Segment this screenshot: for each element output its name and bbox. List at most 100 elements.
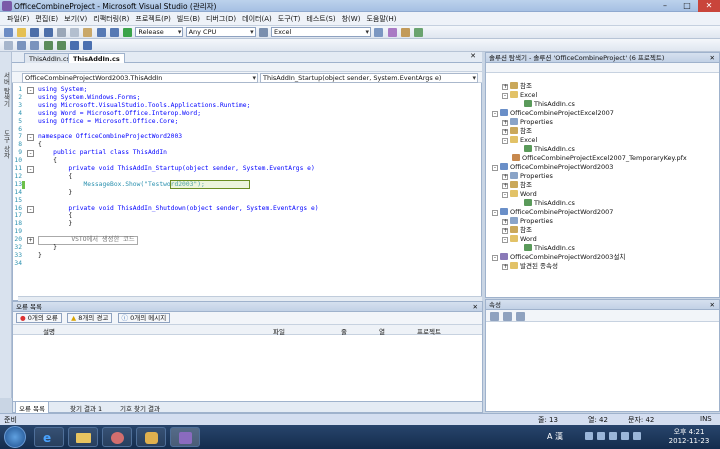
tree-item[interactable]: + 발견된 종속성 <box>502 262 558 271</box>
collapse-icon[interactable]: - <box>27 166 34 173</box>
menu-test[interactable]: 테스트(S) <box>303 12 338 26</box>
menu-file[interactable]: 파일(F) <box>4 12 32 26</box>
find-icon[interactable] <box>258 28 268 37</box>
column-file[interactable]: 파일 <box>273 326 285 336</box>
redo-icon[interactable] <box>109 28 119 37</box>
tray-icon[interactable] <box>609 432 617 440</box>
copy-icon[interactable] <box>70 28 80 37</box>
tree-item[interactable]: + 참조 <box>502 127 532 136</box>
ie-taskbar-icon[interactable]: e <box>34 427 64 447</box>
menu-build[interactable]: 빌드(B) <box>174 12 203 26</box>
tree-item[interactable]: ThisAddIn.cs <box>524 145 575 154</box>
close-button[interactable]: ✕ <box>698 0 720 12</box>
menu-help[interactable]: 도움말(H) <box>363 12 399 26</box>
tree-item[interactable]: + 참조 <box>502 181 532 190</box>
close-panel-icon[interactable]: ✕ <box>710 53 715 63</box>
tree-item[interactable]: - Word <box>502 190 537 199</box>
properties-icon[interactable] <box>387 28 397 37</box>
start-button[interactable] <box>4 426 26 448</box>
menu-debug[interactable]: 디버그(D) <box>203 12 239 26</box>
outdent-icon[interactable] <box>17 41 27 50</box>
menu-refactor[interactable]: 리팩터링(R) <box>90 12 132 26</box>
categorized-icon[interactable] <box>490 312 499 321</box>
explorer-taskbar-icon[interactable] <box>68 427 98 447</box>
collapse-icon[interactable]: - <box>27 205 34 213</box>
tree-item[interactable]: - Word <box>502 235 537 244</box>
platform-select[interactable]: Any CPU <box>185 27 256 37</box>
comment-icon[interactable] <box>43 41 53 50</box>
column-line[interactable]: 줄 <box>341 326 347 336</box>
toolbox-icon[interactable] <box>400 28 410 37</box>
maximize-button[interactable]: □ <box>676 0 698 12</box>
tree-item[interactable]: - OfficeCombineProjectWord2003설치 <box>492 253 625 262</box>
clock-time[interactable]: 오후 4:21 <box>664 427 714 437</box>
clock-date[interactable]: 2012-11-23 <box>664 437 714 445</box>
next-bookmark-icon[interactable] <box>83 41 93 50</box>
menu-edit[interactable]: 편집(E) <box>32 12 61 26</box>
solution-explorer-icon[interactable] <box>374 28 384 37</box>
column-description[interactable]: 설명 <box>43 326 55 336</box>
messages-filter-button[interactable]: ⓘ 0개의 메시지 <box>117 313 171 323</box>
tree-item[interactable]: - Excel <box>502 91 537 100</box>
new-project-icon[interactable] <box>4 28 13 37</box>
tree-item[interactable]: + Properties <box>502 118 553 127</box>
type-dropdown[interactable]: OfficeCombineProjectWord2003.ThisAddIn <box>22 73 258 83</box>
member-dropdown[interactable]: ThisAddIn_Startup(object sender, System.… <box>260 73 478 83</box>
menu-data[interactable]: 데이터(A) <box>239 12 275 26</box>
tab-thisaddin-active[interactable]: ThisAddIn.cs <box>68 53 125 63</box>
tree-item[interactable]: + 참조 <box>502 226 532 235</box>
tree-item[interactable]: + Properties <box>502 217 553 226</box>
menu-window[interactable]: 창(W) <box>339 12 364 26</box>
close-panel-icon[interactable]: ✕ <box>473 302 478 312</box>
configuration-select[interactable]: Release <box>135 27 184 37</box>
tree-item[interactable]: ThisAddIn.cs <box>524 199 575 208</box>
media-taskbar-icon[interactable] <box>102 427 132 447</box>
save-all-icon[interactable] <box>43 28 53 37</box>
tree-item-label: Excel <box>520 136 538 144</box>
paste-icon[interactable] <box>83 28 93 37</box>
open-icon[interactable] <box>17 28 27 37</box>
undo-icon[interactable] <box>96 28 106 37</box>
tree-item[interactable]: ThisAddIn.cs <box>524 100 575 109</box>
network-icon[interactable] <box>621 432 629 440</box>
tree-item[interactable]: - OfficeCombineProjectWord2003 <box>492 163 613 172</box>
tree-item[interactable]: - OfficeCombineProjectExcel2007 <box>492 109 614 118</box>
alphabetical-icon[interactable] <box>503 312 513 321</box>
visual-studio-taskbar-icon[interactable] <box>170 427 200 447</box>
errors-filter-button[interactable]: ● 0개의 오류 <box>16 313 62 323</box>
tray-icon[interactable] <box>597 432 605 440</box>
ime-indicator[interactable]: A 漢 <box>547 431 563 442</box>
collapse-icon[interactable]: - <box>27 150 34 158</box>
minimize-button[interactable]: – <box>654 0 676 12</box>
save-icon[interactable] <box>30 28 40 37</box>
paint-taskbar-icon[interactable] <box>136 427 166 447</box>
tree-item[interactable]: + Properties <box>502 172 553 181</box>
uncomment-icon[interactable] <box>56 41 66 50</box>
object-browser-icon[interactable] <box>413 28 423 37</box>
expand-icon[interactable]: + <box>27 237 34 245</box>
find-combo[interactable]: Excel <box>271 27 372 37</box>
tree-item[interactable]: + 참조 <box>502 82 532 91</box>
tree-item[interactable]: OfficeCombineProjectExcel2007_TemporaryK… <box>512 154 687 163</box>
menu-project[interactable]: 프로젝트(P) <box>132 12 173 26</box>
collapse-icon[interactable]: - <box>27 134 34 142</box>
cut-icon[interactable] <box>56 28 66 37</box>
tree-item[interactable]: - OfficeCombineProjectWord2007 <box>492 208 613 217</box>
volume-icon[interactable] <box>633 432 641 440</box>
warnings-filter-button[interactable]: ▲ 8개의 경고 <box>67 313 113 323</box>
close-document-icon[interactable]: ✕ <box>470 52 476 60</box>
bookmark-icon[interactable] <box>70 41 80 50</box>
menu-view[interactable]: 보기(V) <box>61 12 90 26</box>
tray-icon[interactable] <box>585 432 593 440</box>
property-pages-icon[interactable] <box>516 312 526 321</box>
close-panel-icon[interactable]: ✕ <box>710 300 715 310</box>
tree-item[interactable]: ThisAddIn.cs <box>524 244 575 253</box>
code-text[interactable]: 1 - using System; 2 using System.Windows… <box>14 86 480 296</box>
start-debug-icon[interactable] <box>123 28 133 37</box>
collapse-icon[interactable]: - <box>27 87 34 94</box>
menu-tools[interactable]: 도구(T) <box>275 12 304 26</box>
column-column[interactable]: 열 <box>379 326 385 336</box>
column-project[interactable]: 프로젝트 <box>417 326 441 336</box>
indent-icon[interactable] <box>30 41 40 50</box>
tree-item[interactable]: - Excel <box>502 136 537 145</box>
